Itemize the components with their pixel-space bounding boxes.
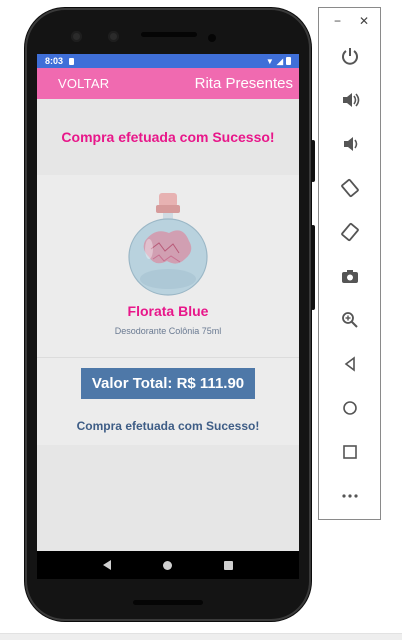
back-button[interactable]: VOLTAR [58,76,109,91]
front-camera-icon [71,31,82,42]
app-title: Rita Presentes [194,75,293,92]
wifi-icon: ▼ [265,56,274,66]
perfume-bottle-image [128,193,208,296]
volume-up-icon[interactable] [335,85,365,115]
power-icon[interactable] [335,41,365,71]
android-nav-bar [37,551,299,579]
status-bar: 8:03 ▼ ◢ [37,54,299,68]
sensor-icon [108,31,119,42]
total-value: Valor Total: R$ 111.90 [81,368,255,399]
success-banner: Compra efetuada com Sucesso! [61,129,275,145]
nav-recents-icon[interactable] [224,560,233,570]
phone-screen: 8:03 ▼ ◢ VOLTAR Rita Presentes Compra ef… [37,54,299,551]
nav-back-icon[interactable] [103,560,111,570]
confirmation-message: Compra efetuada com Sucesso! [76,419,260,433]
bottom-strip [0,633,402,640]
camera-icon[interactable] [335,261,365,291]
emulator-toolbar: − ✕ [318,7,381,520]
nav-home-icon[interactable] [163,560,172,570]
product-description: Desodorante Colônia 75ml [114,326,222,336]
status-time: 8:03 [45,56,64,66]
sd-card-icon [69,57,75,65]
minimize-icon[interactable]: − [334,14,341,28]
product-card: Florata Blue Desodorante Colônia 75ml Va… [37,175,299,445]
bottom-speaker [133,600,203,605]
rotate-left-icon[interactable] [335,173,365,203]
divider [37,357,299,358]
proximity-sensor [208,34,216,42]
back-icon[interactable] [335,349,365,379]
overview-icon[interactable] [335,437,365,467]
product-name: Florata Blue [127,303,209,319]
battery-icon [286,57,291,65]
more-icon[interactable] [335,481,365,511]
signal-icon: ◢ [276,56,283,66]
top-speaker [141,32,197,37]
volume-down-icon[interactable] [335,129,365,159]
close-icon[interactable]: ✕ [359,14,369,28]
zoom-icon[interactable] [335,305,365,335]
rotate-right-icon[interactable] [335,217,365,247]
phone-power-button[interactable] [311,140,315,182]
home-icon[interactable] [335,393,365,423]
app-bar: VOLTAR Rita Presentes [37,68,299,99]
phone-volume-button[interactable] [311,225,315,310]
